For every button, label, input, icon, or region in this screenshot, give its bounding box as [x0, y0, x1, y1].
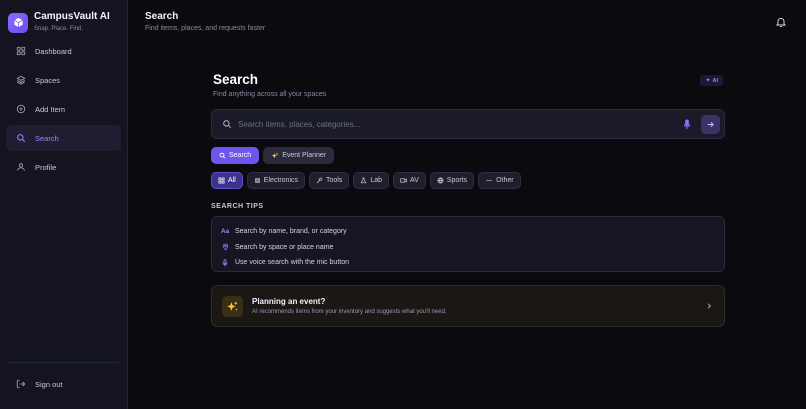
- sidebar-divider: [8, 362, 119, 363]
- mode-toggle: Search Event Planner: [211, 147, 338, 164]
- event-card-description: AI recommends items from your inventory …: [252, 309, 447, 315]
- text-case-icon: Aa: [220, 228, 230, 236]
- chevron-right-icon: [705, 302, 713, 310]
- sidebar-nav: Dashboard Spaces Add Item Search Profile: [6, 38, 121, 183]
- filter-chip-av[interactable]: AV: [393, 172, 426, 189]
- sidebar-item-search[interactable]: Search: [6, 125, 121, 151]
- tip-item: Aa Search by name, brand, or category: [212, 224, 724, 240]
- filter-chip-label: AV: [410, 177, 419, 184]
- ai-badge: ✦ AI: [700, 75, 723, 86]
- filter-chip-electronics[interactable]: Electronics: [246, 172, 306, 189]
- mode-search-button[interactable]: Search: [211, 147, 260, 164]
- category-filters: All Electronics Tools Lab AV Sports Othe…: [211, 172, 525, 189]
- tip-item: Use voice search with the mic button: [212, 255, 724, 271]
- layers-icon: [16, 75, 26, 85]
- tip-text: Search by space or place name: [235, 243, 334, 251]
- tips-heading: SEARCH TIPS: [211, 203, 264, 210]
- arrow-right-icon: [707, 121, 714, 127]
- filter-chip-tools[interactable]: Tools: [309, 172, 350, 189]
- cube-logo-icon: [8, 12, 28, 33]
- ball-icon: [437, 177, 444, 184]
- sign-out-button[interactable]: Sign out: [6, 372, 121, 396]
- chip-icon: [254, 177, 261, 184]
- sidebar-item-label: Search: [35, 133, 59, 143]
- mode-search-label: Search: [229, 152, 252, 159]
- filter-chip-label: Tools: [326, 177, 343, 184]
- tips-card: Aa Search by name, brand, or category Se…: [211, 216, 725, 272]
- app-root: CampusVault AI Snap. Place. Find. Dashbo…: [0, 0, 806, 409]
- page-subtitle: Find items, places, and requests faster: [145, 25, 266, 32]
- filter-chip-label: Other: [496, 177, 514, 184]
- brand-subtitle: Snap. Place. Find.: [34, 26, 84, 32]
- ai-badge-label: AI: [712, 77, 719, 84]
- sidebar-item-spaces[interactable]: Spaces: [6, 67, 121, 93]
- grid-icon: [16, 46, 26, 56]
- logout-icon: [16, 379, 26, 389]
- filter-chip-label: Electronics: [263, 177, 299, 184]
- user-icon: [16, 162, 26, 172]
- search-icon: [16, 133, 26, 143]
- filter-chip-all[interactable]: All: [211, 172, 243, 189]
- page-title: Search: [145, 11, 179, 22]
- sparkle-icon: ✦: [705, 78, 711, 84]
- search-icon: [219, 152, 226, 159]
- tip-text: Search by name, brand, or category: [235, 228, 347, 236]
- event-card-title: Planning an event?: [252, 297, 326, 306]
- wrench-icon: [316, 177, 323, 184]
- search-bar: [211, 109, 725, 139]
- search-input[interactable]: [238, 119, 682, 129]
- filter-chip-label: Sports: [446, 177, 468, 184]
- sidebar-item-label: Add Item: [35, 104, 66, 114]
- brand[interactable]: CampusVault AI Snap. Place. Find.: [8, 11, 110, 34]
- tip-text: Use voice search with the mic button: [235, 259, 349, 267]
- sidebar-item-label: Dashboard: [35, 46, 72, 56]
- sidebar-item-label: Profile: [35, 162, 57, 172]
- filter-chip-label: All: [228, 177, 236, 184]
- filter-chip-label: Lab: [370, 177, 383, 184]
- sparkles-icon: [271, 152, 279, 160]
- brand-title: CampusVault AI: [34, 11, 110, 22]
- tip-item: Search by space or place name: [212, 240, 724, 256]
- mode-event-planner-button[interactable]: Event Planner: [263, 147, 335, 164]
- filter-chip-sports[interactable]: Sports: [429, 172, 475, 189]
- sidebar-item-profile[interactable]: Profile: [6, 154, 121, 180]
- bell-icon[interactable]: [775, 15, 787, 27]
- mode-event-planner-label: Event Planner: [282, 152, 327, 159]
- more-icon: [485, 177, 493, 184]
- grid-icon: [218, 177, 225, 184]
- mic-icon[interactable]: [682, 118, 692, 130]
- sign-out-label: Sign out: [35, 379, 63, 389]
- search-icon: [222, 119, 232, 129]
- mic-icon: [220, 259, 230, 267]
- sidebar-item-dashboard[interactable]: Dashboard: [6, 38, 121, 64]
- search-submit-button[interactable]: [701, 114, 720, 134]
- search-panel: Search Find anything across all your spa…: [211, 72, 725, 327]
- sparkles-icon: [222, 295, 243, 317]
- filter-chip-other[interactable]: Other: [478, 172, 521, 189]
- search-heading: Search: [213, 72, 259, 87]
- sidebar-item-add-item[interactable]: Add Item: [6, 96, 121, 122]
- flask-icon: [360, 177, 367, 184]
- search-subheading: Find anything across all your spaces: [213, 91, 327, 98]
- plus-circle-icon: [16, 104, 26, 114]
- sidebar-item-label: Spaces: [35, 75, 61, 85]
- filter-chip-lab[interactable]: Lab: [353, 172, 390, 189]
- pin-icon: [220, 243, 230, 251]
- event-planner-card[interactable]: Planning an event? AI recommends items f…: [211, 285, 725, 327]
- video-icon: [400, 177, 407, 184]
- page-header: Search Find items, places, and requests …: [145, 11, 265, 32]
- sidebar: CampusVault AI Snap. Place. Find. Dashbo…: [0, 0, 128, 409]
